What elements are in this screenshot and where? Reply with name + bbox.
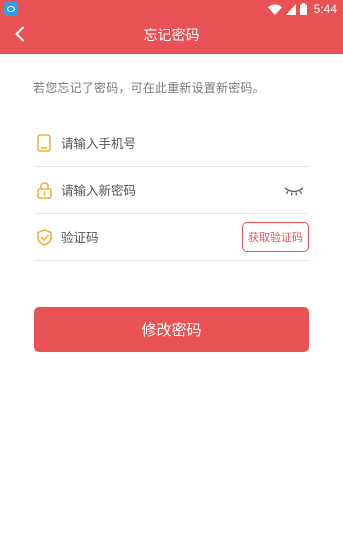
wifi-icon: [267, 3, 282, 15]
eye-closed-icon: [284, 181, 304, 200]
shield-icon: [35, 228, 53, 246]
app-icon: [4, 2, 18, 16]
hint-text: 若您忘记了密码，可在此重新设置新密码。: [33, 81, 265, 95]
reset-password-form: 获取验证码: [34, 120, 309, 261]
code-row: 获取验证码: [34, 214, 309, 261]
get-code-button[interactable]: 获取验证码: [242, 222, 309, 252]
page-title: 忘记密码: [143, 28, 200, 44]
lock-icon: [35, 181, 53, 199]
submit-button[interactable]: 修改密码: [34, 307, 309, 352]
battery-icon: [299, 3, 307, 15]
signal-icon: [285, 3, 296, 15]
title-bar: 忘记密码: [0, 18, 343, 54]
phone-row: [34, 120, 309, 167]
password-row: [34, 167, 309, 214]
phone-icon: [35, 134, 53, 152]
phone-input[interactable]: [61, 128, 309, 158]
status-bar: 5:44: [0, 0, 343, 18]
new-password-input[interactable]: [61, 175, 309, 205]
status-indicators: 5:44: [267, 0, 337, 18]
password-visibility-toggle[interactable]: [283, 181, 305, 199]
status-time: 5:44: [313, 2, 337, 16]
